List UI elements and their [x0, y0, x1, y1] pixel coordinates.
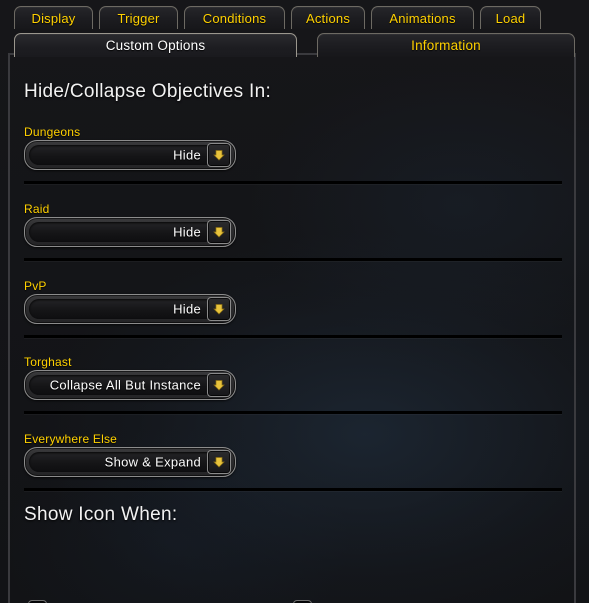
dropdown-pvp-value: Hide	[173, 301, 201, 317]
addon-options-window: Display Trigger Conditions Actions Anima…	[0, 0, 589, 603]
primary-tab-row: Display Trigger Conditions Actions Anima…	[0, 1, 589, 29]
dropdown-torghast[interactable]: Collapse All But Instance	[24, 370, 236, 400]
tab-conditions[interactable]: Conditions	[184, 6, 285, 29]
dropdown-dungeons[interactable]: Hide	[24, 140, 236, 170]
dropdown-raid-value: Hide	[173, 224, 201, 240]
hide-collapse-heading: Hide/Collapse Objectives In:	[24, 81, 272, 102]
chevron-down-icon[interactable]	[207, 143, 231, 167]
tab-trigger-label: Trigger	[117, 10, 160, 26]
tab-display[interactable]: Display	[14, 6, 93, 29]
separator-after-raid	[24, 258, 562, 261]
chevron-down-icon[interactable]	[207, 220, 231, 244]
chevron-down-icon[interactable]	[207, 373, 231, 397]
tab-load-label: Load	[495, 10, 526, 26]
tab-trigger[interactable]: Trigger	[99, 6, 178, 29]
tab-load[interactable]: Load	[480, 6, 541, 29]
show-icon-heading: Show Icon When:	[24, 504, 178, 525]
tab-custom-options[interactable]: Custom Options	[14, 33, 297, 57]
options-panel: Hide/Collapse Objectives In: Dungeons Hi…	[8, 53, 576, 603]
options-panel-inner: Hide/Collapse Objectives In: Dungeons Hi…	[10, 55, 574, 603]
tab-animations[interactable]: Animations	[371, 6, 474, 29]
tab-animations-label: Animations	[389, 10, 456, 26]
tab-actions[interactable]: Actions	[291, 6, 365, 29]
tab-information[interactable]: Information	[317, 33, 575, 57]
separator-after-torghast	[24, 411, 562, 414]
secondary-tab-row: Custom Options Information	[0, 29, 589, 57]
option-label-everywhere-else: Everywhere Else	[24, 432, 118, 446]
tab-display-label: Display	[31, 10, 76, 26]
option-label-pvp: PvP	[24, 279, 47, 293]
chevron-down-icon[interactable]	[207, 297, 231, 321]
chevron-down-icon[interactable]	[207, 450, 231, 474]
options-scroll-content[interactable]: Hide/Collapse Objectives In: Dungeons Hi…	[10, 55, 574, 603]
dropdown-everywhere-else[interactable]: Show & Expand	[24, 447, 236, 477]
dropdown-everywhere-else-value: Show & Expand	[104, 454, 201, 470]
tab-custom-options-label: Custom Options	[105, 38, 206, 53]
option-label-raid: Raid	[24, 202, 50, 216]
separator-after-pvp	[24, 335, 562, 338]
tab-conditions-label: Conditions	[202, 10, 267, 26]
option-label-torghast: Torghast	[24, 355, 72, 369]
separator-after-everywhere-else	[24, 488, 562, 491]
option-label-dungeons: Dungeons	[24, 125, 81, 139]
dropdown-raid[interactable]: Hide	[24, 217, 236, 247]
separator-after-dungeons	[24, 181, 562, 184]
dropdown-pvp[interactable]: Hide	[24, 294, 236, 324]
tab-actions-label: Actions	[305, 10, 351, 26]
tab-information-label: Information	[411, 38, 481, 53]
tab-strip: Display Trigger Conditions Actions Anima…	[0, 0, 589, 57]
dropdown-torghast-value: Collapse All But Instance	[49, 377, 201, 393]
dropdown-dungeons-value: Hide	[173, 147, 201, 163]
